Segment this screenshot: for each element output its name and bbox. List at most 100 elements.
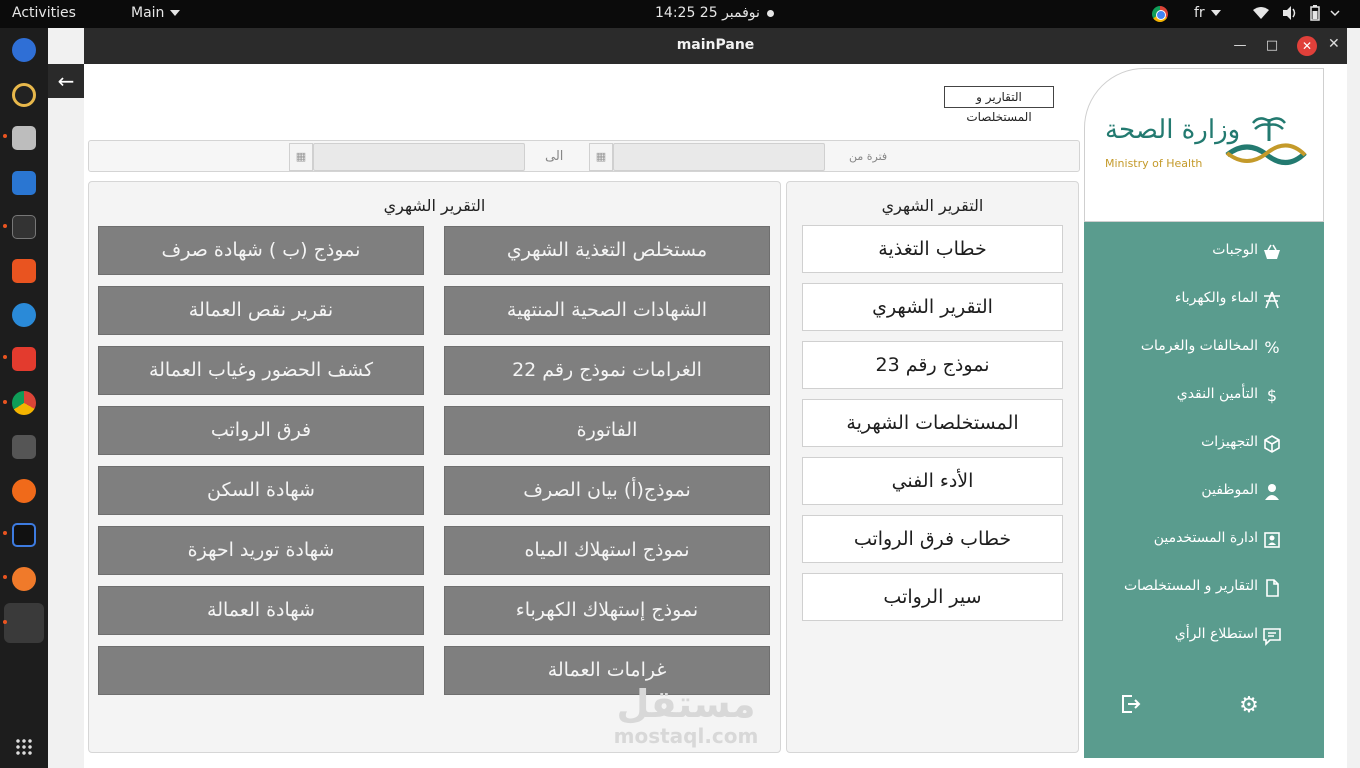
clock[interactable]: 14:25 نوفمبر 25 xyxy=(655,5,760,21)
logo-area: وزارة الصحة Ministry of Health xyxy=(1084,68,1324,222)
intellij-icon[interactable] xyxy=(12,523,36,547)
report-button[interactable]: فرق الرواتب xyxy=(98,406,424,455)
basket-icon xyxy=(1262,242,1282,262)
report-button[interactable]: كشف الحضور وغياب العمالة xyxy=(98,346,424,395)
report-button[interactable]: نموذج رقم 23 xyxy=(802,341,1063,389)
logout-icon[interactable] xyxy=(1116,692,1144,720)
close-icon[interactable]: ✕ xyxy=(1328,36,1340,52)
report-button[interactable]: شهادة توريد احهزة xyxy=(98,526,424,575)
calendar-icon[interactable]: ▦ xyxy=(589,143,613,171)
left-panel-title: التقرير الشهري xyxy=(383,196,486,215)
report-button[interactable]: الأدء الفني xyxy=(802,457,1063,505)
writer-icon[interactable] xyxy=(12,171,36,195)
report-button[interactable]: نموذج إستهلاك الكهرباء xyxy=(444,586,770,635)
report-button[interactable]: شهادة العمالة xyxy=(98,586,424,635)
report-button[interactable]: الفاتورة xyxy=(444,406,770,455)
sidebar-item-cash-insurance[interactable]: التأمين النقدي $ xyxy=(1084,376,1324,416)
dock xyxy=(0,28,48,768)
sidebar-item-meals[interactable]: الوجبات xyxy=(1084,232,1324,272)
report-button[interactable]: شهادة السكن xyxy=(98,466,424,515)
battery-icon[interactable] xyxy=(1309,5,1321,25)
minimize-icon[interactable]: — xyxy=(1232,38,1248,54)
report-button[interactable]: خطاب التغذية xyxy=(802,225,1063,273)
report-button[interactable]: المستخلصات الشهرية xyxy=(802,399,1063,447)
chevron-down-icon[interactable] xyxy=(1330,5,1340,25)
maximize-icon[interactable]: □ xyxy=(1264,38,1280,54)
report-button[interactable]: خطاب فرق الرواتب xyxy=(802,515,1063,563)
app-icon[interactable] xyxy=(12,567,36,591)
report-button-empty[interactable] xyxy=(98,646,424,695)
running-indicator xyxy=(3,531,7,535)
language-label: fr xyxy=(1194,5,1205,21)
section-header-label: التقارير و المستخلصات xyxy=(944,86,1054,124)
report-button[interactable]: نموذج(أ) بيان الصرف xyxy=(444,466,770,515)
main-pane: التقارير و المستخلصات فترة من ▦ الى ▦ ال… xyxy=(84,64,1347,768)
files-icon[interactable] xyxy=(12,126,36,150)
report-button[interactable]: نقرير نقص العمالة xyxy=(98,286,424,335)
language-switcher[interactable]: fr xyxy=(1194,5,1221,21)
person-icon xyxy=(1262,482,1282,502)
anydesk-icon[interactable] xyxy=(12,347,36,371)
report-button[interactable]: نموذج (ب ) شهادة صرف xyxy=(98,226,424,275)
sidebar-item-employees[interactable]: الموظفين xyxy=(1084,472,1324,512)
screenshot-icon[interactable] xyxy=(12,435,36,459)
to-label: الى xyxy=(545,149,564,164)
percent-icon: % xyxy=(1264,338,1280,357)
sidebar-item-water-electricity[interactable]: الماء والكهرباء xyxy=(1084,280,1324,320)
watermark: مستقل mostaql.com xyxy=(596,684,776,748)
sidebar-item-label: الماء والكهرباء xyxy=(1174,290,1258,306)
sidebar-item-equipment[interactable]: التجهيزات xyxy=(1084,424,1324,464)
system-top-bar: Activities Main 14:25 نوفمبر 25 fr xyxy=(0,0,1360,28)
calendar-icon[interactable]: ▦ xyxy=(289,143,313,171)
report-button[interactable]: الشهادات الصحية المنتهية xyxy=(444,286,770,335)
report-button[interactable]: سير الرواتب xyxy=(802,573,1063,621)
sidebar: الوجبات الماء والكهرباء المخالفات والغرم… xyxy=(1084,222,1324,758)
dock-active-highlight xyxy=(4,603,44,643)
help-icon[interactable] xyxy=(12,303,36,327)
report-button[interactable]: مستخلص التغذية الشهري xyxy=(444,226,770,275)
ministry-logo-icon xyxy=(1225,117,1307,165)
wifi-icon[interactable] xyxy=(1252,5,1270,25)
app-menu[interactable]: Main xyxy=(131,5,181,21)
left-report-panel: التقرير الشهري مستخلص التغذية الشهري نمو… xyxy=(88,181,781,753)
activities-button[interactable]: Activities xyxy=(12,5,76,21)
show-apps-icon[interactable] xyxy=(15,738,33,756)
rhythmbox-icon[interactable] xyxy=(12,83,36,107)
sidebar-item-label: المخالفات والغرمات xyxy=(1140,338,1258,354)
logo-arabic-text: وزارة الصحة xyxy=(1105,115,1241,145)
chevron-down-icon xyxy=(170,10,181,16)
sidebar-item-label: التجهيزات xyxy=(1201,434,1258,450)
sidebar-item-reports[interactable]: التقارير و المستخلصات xyxy=(1084,568,1324,608)
sidebar-item-survey[interactable]: استطلاع الرأي xyxy=(1084,616,1324,656)
sidebar-item-user-management[interactable]: ادارة المستخدمين xyxy=(1084,520,1324,560)
from-date-input[interactable] xyxy=(613,143,825,171)
volume-icon[interactable] xyxy=(1281,5,1299,25)
chrome-tray-icon[interactable] xyxy=(1152,6,1168,22)
software-center-icon[interactable] xyxy=(12,259,36,283)
sidebar-item-label: الموظفين xyxy=(1201,482,1258,498)
chrome-icon[interactable] xyxy=(12,391,36,415)
running-indicator xyxy=(3,355,7,359)
window-titlebar[interactable]: mainPane — □ ✕ xyxy=(84,28,1347,64)
back-arrow-icon[interactable]: ← xyxy=(48,64,84,98)
report-button[interactable]: نموذج استهلاك المياه xyxy=(444,526,770,575)
running-indicator xyxy=(3,575,7,579)
firefox-icon[interactable] xyxy=(12,479,36,503)
tower-icon xyxy=(1262,290,1282,310)
gear-icon[interactable]: ⚙ xyxy=(1235,692,1263,720)
report-button[interactable]: التقرير الشهري xyxy=(802,283,1063,331)
watermark-arabic: مستقل xyxy=(616,682,756,726)
to-date-input[interactable] xyxy=(313,143,525,171)
comment-icon xyxy=(1262,626,1282,646)
report-button[interactable]: الغرامات نموذج رقم 22 xyxy=(444,346,770,395)
sidebar-item-violations[interactable]: المخالفات والغرمات % xyxy=(1084,328,1324,368)
app-menu-label: Main xyxy=(131,5,165,21)
running-indicator xyxy=(3,224,7,228)
terminal-icon[interactable] xyxy=(12,215,36,239)
period-filter: فترة من ▦ الى ▦ xyxy=(88,140,1080,172)
logo-english-text: Ministry of Health xyxy=(1105,157,1203,170)
close-icon[interactable]: ✕ xyxy=(1297,36,1317,56)
sidebar-item-label: التقارير و المستخلصات xyxy=(1124,578,1258,594)
watermark-latin: mostaql.com xyxy=(613,724,759,748)
thunderbird-icon[interactable] xyxy=(12,38,36,62)
